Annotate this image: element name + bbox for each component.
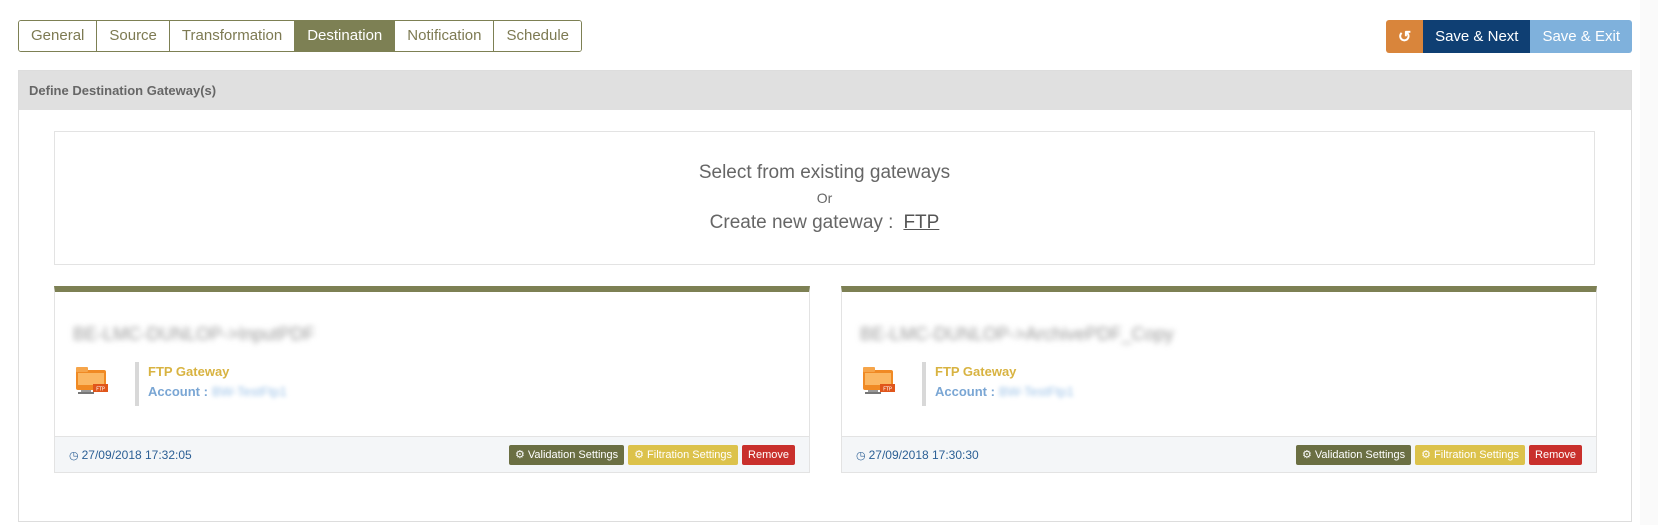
timestamp-text: 27/09/2018 17:32:05: [81, 448, 192, 462]
gateway-account: Account : BW-TestFtp1: [148, 382, 287, 402]
tab-general[interactable]: General: [19, 21, 98, 51]
tab-source[interactable]: Source: [97, 21, 170, 51]
account-value: BW-TestFtp1: [998, 384, 1074, 399]
gateway-buttons: ⚙ Validation Settings ⚙ Filtration Setting…: [508, 445, 795, 465]
filtration-settings-button[interactable]: ⚙ Filtration Settings: [1415, 445, 1526, 465]
gear-icon: ⚙: [634, 449, 645, 461]
gateway-card: BE-LMC-DUNLOP->InputPDF FTP FTP Gateway …: [54, 286, 810, 473]
gateway-account: Account : BW-TestFtp1: [935, 382, 1074, 402]
svg-text:FTP: FTP: [96, 387, 105, 393]
validation-settings-button[interactable]: ⚙ Validation Settings: [508, 445, 625, 465]
ftp-folder-icon: FTP: [863, 367, 895, 394]
timestamp-text: 27/09/2018 17:30:30: [868, 448, 979, 462]
or-text: Or: [816, 190, 833, 206]
tab-transformation[interactable]: Transformation: [169, 21, 296, 51]
gateway-timestamp: ◷ 27/09/2018 17:32:05: [69, 448, 192, 462]
gear-icon: ⚙: [1421, 449, 1432, 461]
svg-text:FTP: FTP: [883, 387, 892, 393]
reset-button[interactable]: ↺: [1386, 20, 1424, 53]
validation-settings-button[interactable]: ⚙ Validation Settings: [1295, 445, 1412, 465]
account-label: Account :: [935, 384, 995, 399]
gateway-info: FTP Gateway Account : BW-TestFtp1: [922, 362, 1074, 406]
gateway-timestamp: ◷ 27/09/2018 17:30:30: [856, 448, 979, 462]
create-ftp-link[interactable]: FTP: [903, 212, 939, 233]
gateway-footer: ◷ 27/09/2018 17:32:05 ⚙ Validation Setting…: [55, 436, 809, 472]
gateway-type: FTP Gateway: [935, 364, 1017, 379]
gateway-info: FTP Gateway Account : BW-TestFtp1: [135, 362, 287, 406]
gateway-name: BE-LMC-DUNLOP->ArchivePDF_Copy: [860, 324, 1174, 344]
filtration-label: Filtration Settings: [647, 449, 733, 461]
remove-button[interactable]: Remove: [1529, 445, 1582, 465]
panel-title: Define Destination Gateway(s): [19, 71, 1631, 110]
account-label: Account :: [148, 384, 208, 399]
create-new-line: Create new gateway : FTP: [55, 212, 1594, 234]
gateway-type: FTP Gateway: [148, 364, 230, 379]
filtration-settings-button[interactable]: ⚙ Filtration Settings: [628, 445, 739, 465]
tab-notification[interactable]: Notification: [395, 21, 495, 51]
save-next-button[interactable]: Save & Next: [1423, 20, 1531, 53]
tab-destination[interactable]: Destination: [295, 21, 396, 51]
wizard-tabs: General Source Transformation Destinatio…: [18, 20, 583, 52]
gateway-buttons: ⚙ Validation Settings ⚙ Filtration Setting…: [1295, 445, 1582, 465]
destination-panel: Define Destination Gateway(s) Select fro…: [18, 70, 1632, 522]
gateway-card: BE-LMC-DUNLOP->ArchivePDF_Copy FTP FTP G…: [841, 286, 1597, 473]
account-value: BW-TestFtp1: [211, 384, 287, 399]
action-buttons: ↺ Save & Next Save & Exit: [1386, 20, 1632, 53]
gear-icon: ⚙: [514, 449, 525, 461]
reset-icon: ↺: [1397, 28, 1412, 46]
validation-label: Validation Settings: [527, 449, 619, 461]
gateway-name: BE-LMC-DUNLOP->InputPDF: [73, 324, 315, 344]
ftp-folder-icon: FTP: [76, 367, 108, 394]
clock-icon: ◷: [69, 450, 79, 462]
clock-icon: ◷: [856, 450, 866, 462]
gateway-select-box: Select from existing gateways Or Create …: [54, 131, 1595, 265]
tab-schedule[interactable]: Schedule: [494, 21, 582, 51]
remove-button[interactable]: Remove: [742, 445, 795, 465]
page-scrollbar[interactable]: [1640, 0, 1658, 525]
save-exit-button[interactable]: Save & Exit: [1530, 20, 1632, 53]
gateway-footer: ◷ 27/09/2018 17:30:30 ⚙ Validation Setting…: [842, 436, 1596, 472]
filtration-label: Filtration Settings: [1434, 449, 1520, 461]
validation-label: Validation Settings: [1314, 449, 1406, 461]
create-new-label: Create new gateway :: [709, 212, 894, 233]
select-existing-text[interactable]: Select from existing gateways: [55, 162, 1594, 184]
gear-icon: ⚙: [1301, 449, 1312, 461]
